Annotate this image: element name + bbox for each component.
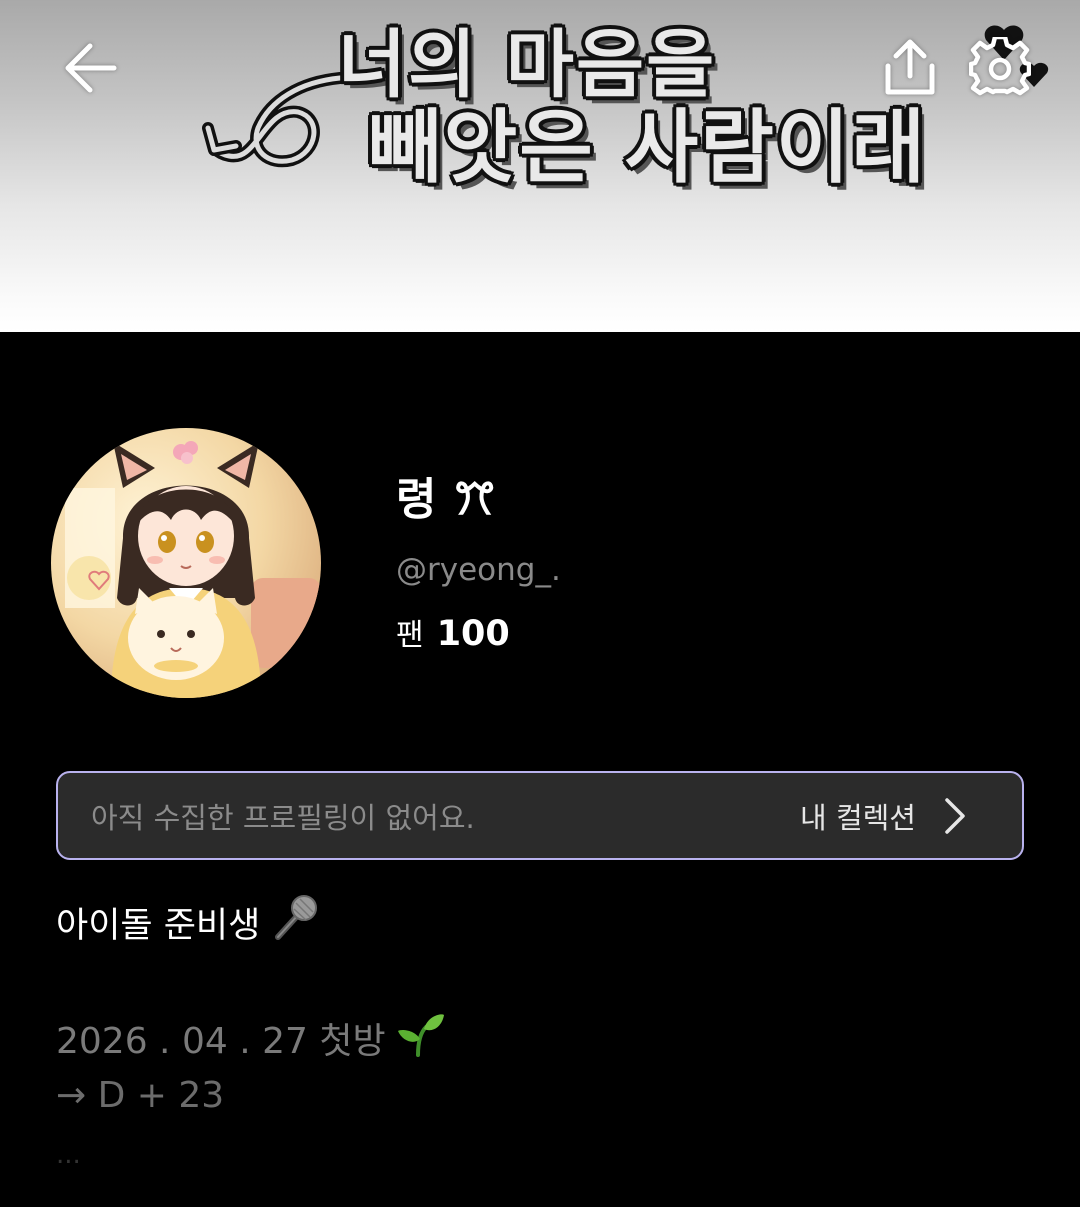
bio-line-4: ...	[56, 1140, 81, 1170]
chevron-right-icon	[945, 797, 965, 834]
bio-line-1: 아이돌 준비생	[56, 894, 320, 947]
fans-count: 100	[436, 614, 510, 654]
bio-text-1: 아이돌 준비생	[56, 905, 261, 946]
bio-line-2: 2026 . 04 . 27 첫방	[56, 1013, 446, 1063]
share-button[interactable]	[874, 32, 946, 104]
microphone-icon	[270, 893, 320, 952]
bio-line-3: → D + 23	[56, 1070, 224, 1120]
my-collection-link[interactable]: 내 컬렉션	[800, 795, 966, 837]
profile-banner: 너의 마음을 빼앗은 사람이래	[0, 0, 1080, 332]
profile-info: 령 ꔫ @ryeong_. 팬 100	[396, 470, 1036, 662]
profile-page: 너의 마음을 빼앗은 사람이래 령 ꔫ @ryeong_. 팬 100 아직 수…	[0, 0, 1080, 1207]
collection-empty-message: 아직 수집한 프로필링이 없어요.	[91, 800, 475, 835]
share-icon	[885, 39, 935, 95]
my-collection-label: 내 컬렉션	[800, 800, 916, 835]
collection-bar[interactable]: 아직 수집한 프로필링이 없어요. 내 컬렉션	[56, 771, 1024, 860]
bio-text-3: → D + 23	[56, 1074, 225, 1116]
bio-text-2: 2026 . 04 . 27 첫방	[56, 1021, 386, 1062]
settings-button[interactable]	[964, 32, 1036, 104]
fans-count-row[interactable]: 팬 100	[396, 612, 1036, 662]
user-handle: @ryeong_.	[396, 552, 561, 588]
gear-icon	[969, 37, 1031, 96]
banner-title-line2: 빼앗은 사람이래	[368, 101, 928, 194]
avatar-image	[51, 428, 321, 698]
arrow-left-icon	[65, 43, 117, 93]
avatar[interactable]	[51, 428, 321, 698]
back-button[interactable]	[54, 32, 126, 104]
display-name: 령 ꔫ	[396, 474, 497, 525]
bio-text-4: ...	[56, 1140, 81, 1170]
seedling-icon	[396, 1009, 446, 1068]
fans-label: 팬	[396, 618, 424, 653]
